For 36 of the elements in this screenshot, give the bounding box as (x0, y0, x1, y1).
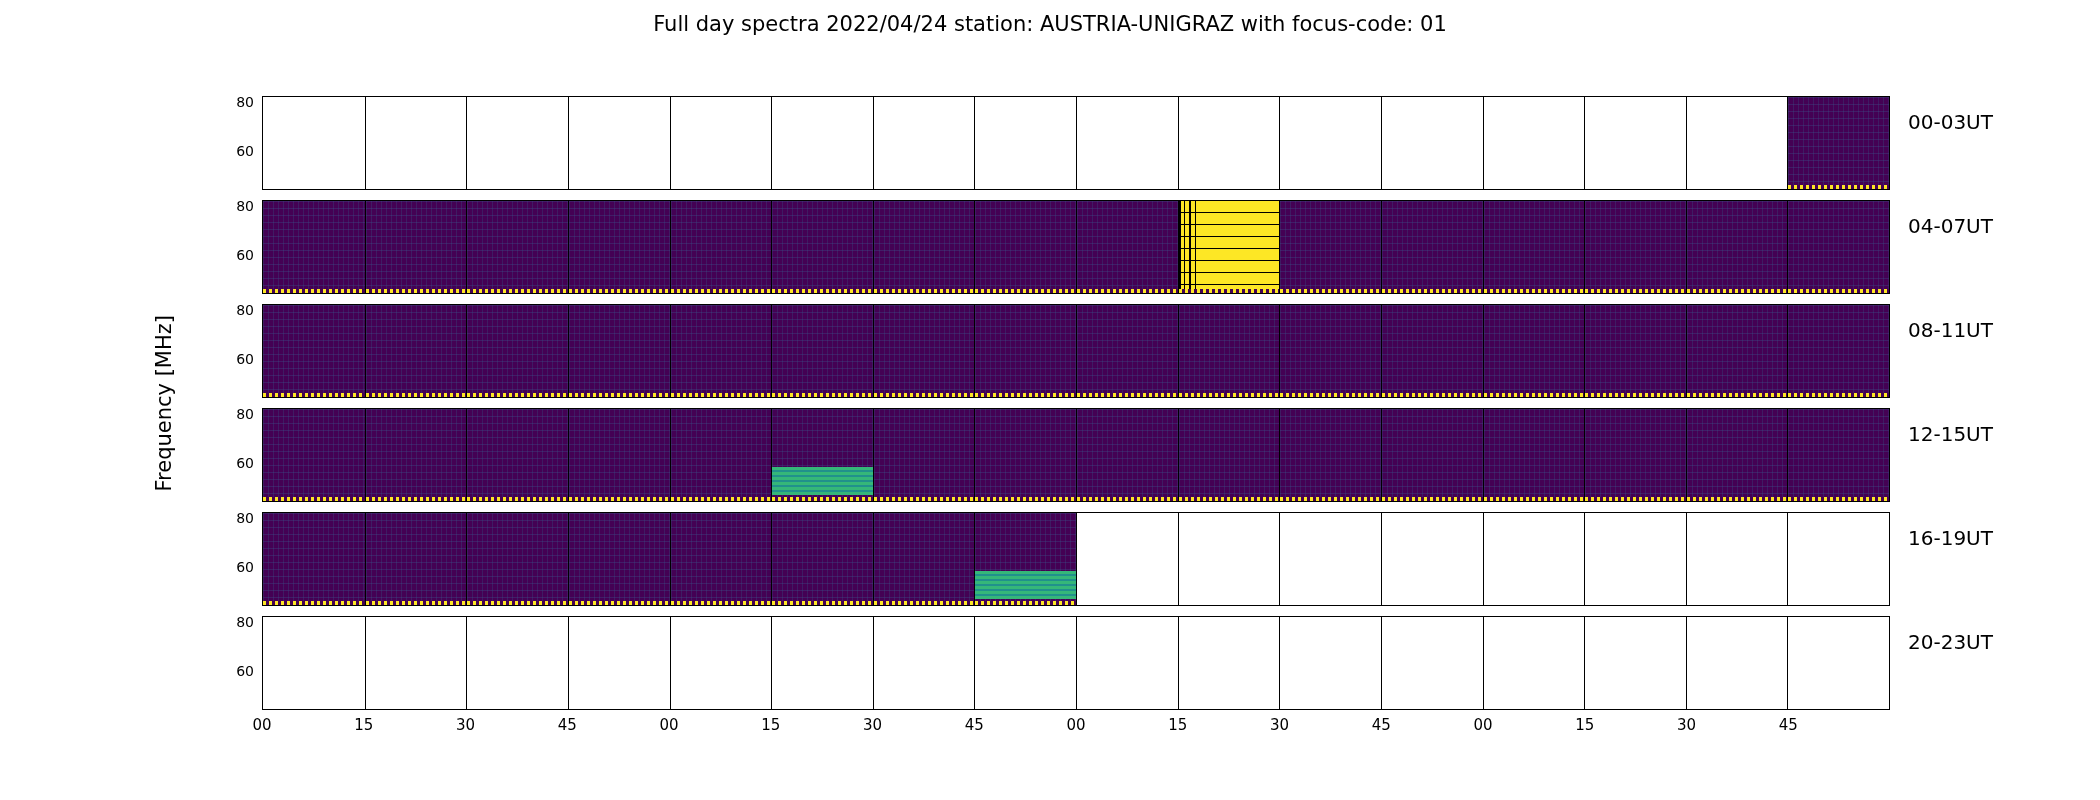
row-label: 08-11UT (1907, 317, 1993, 344)
tick-label: 15 (1575, 716, 1595, 734)
tick-label: 80 (236, 93, 254, 110)
row-label: 12-15UT (1907, 421, 1993, 448)
row-label: 16-19UT (1907, 525, 1993, 552)
tick-label: 45 (1371, 716, 1391, 734)
tick-label: 30 (862, 716, 883, 734)
row-label: 20-23UT (1907, 629, 1993, 656)
row-label: 04-07UT (1907, 213, 1993, 240)
chart-title: Full day spectra 2022/04/24 station: AUSTRIA-UNIGRAZ with focus-code: 01 (652, 11, 1448, 38)
tick-label: 30 (455, 716, 476, 734)
tick-label: 15 (1168, 716, 1188, 734)
tick-label: 00 (1066, 716, 1086, 734)
tick-label: 45 (1778, 716, 1798, 734)
tick-label: 80 (236, 197, 254, 214)
tick-label: 00 (1473, 716, 1493, 734)
tick-label: 30 (1269, 716, 1290, 734)
axis-label: Frequency [MHz] (152, 314, 176, 492)
tick-label: 15 (761, 716, 781, 734)
tick-label: 30 (1676, 716, 1697, 734)
tick-label: 80 (236, 509, 254, 526)
tick-label: 80 (236, 405, 254, 422)
tick-label: 80 (236, 613, 254, 630)
tick-label: 00 (252, 716, 272, 734)
row-label: 00-03UT (1907, 109, 1993, 136)
tick-label: 60 (236, 454, 254, 471)
tick-label: 60 (236, 350, 254, 367)
tick-label: 00 (659, 716, 679, 734)
tick-label: 60 (236, 558, 254, 575)
tick-label: 60 (236, 246, 254, 263)
tick-label: 60 (236, 142, 254, 159)
tick-label: 80 (236, 301, 254, 318)
tick-label: 60 (236, 662, 254, 679)
tick-label: 15 (354, 716, 374, 734)
tick-label: 45 (964, 716, 984, 734)
tick-label: 45 (557, 716, 577, 734)
